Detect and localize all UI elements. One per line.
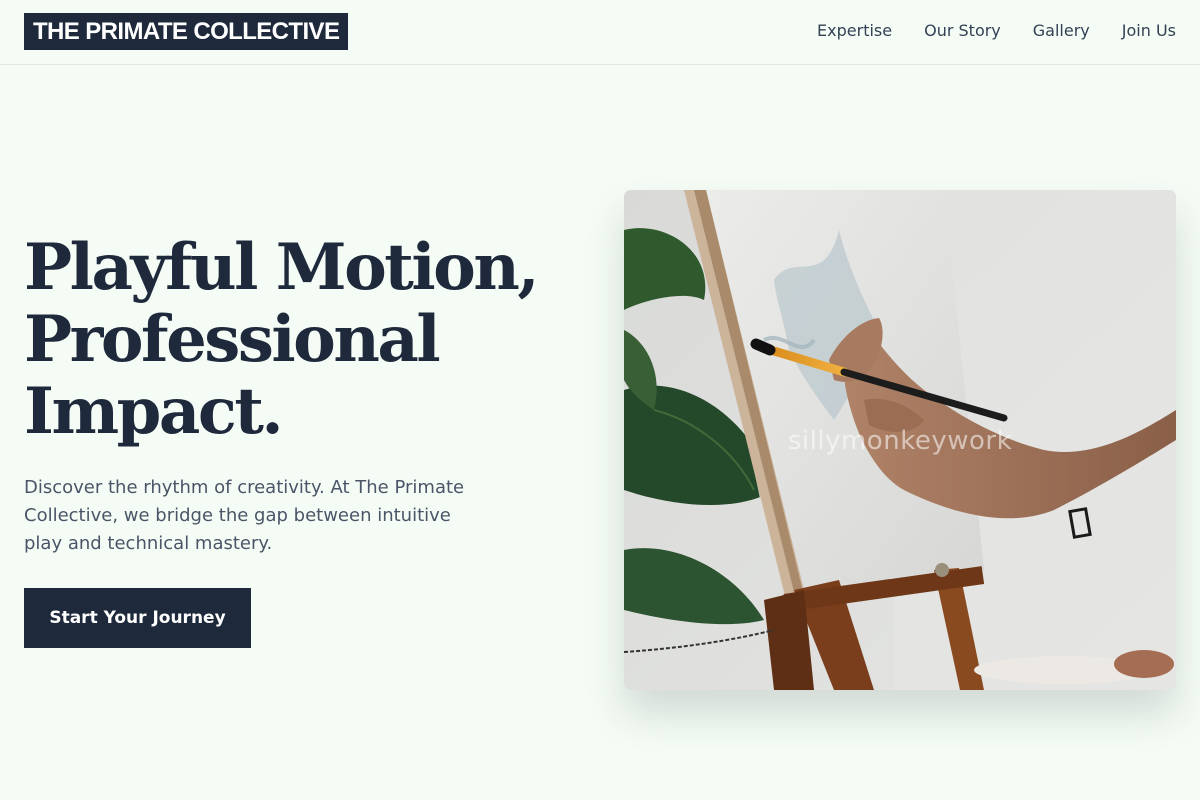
nav-link-gallery[interactable]: Gallery	[1033, 21, 1090, 40]
hero-title: Playful Motion, Professional Impact.	[24, 232, 584, 448]
nav-link-our-story[interactable]: Our Story	[924, 21, 1001, 40]
nav-link-expertise[interactable]: Expertise	[817, 21, 892, 40]
hero-title-line: Impact.	[24, 374, 284, 449]
hero-title-line: Professional	[24, 302, 441, 377]
image-watermark: sillymonkeywork	[787, 426, 1013, 456]
hero-description: Discover the rhythm of creativity. At Th…	[24, 477, 465, 554]
hero-title-line: Playful Motion,	[24, 230, 540, 305]
main-nav: Expertise Our Story Gallery Join Us	[817, 21, 1176, 40]
site-header: THE PRIMATE COLLECTIVE Expertise Our Sto…	[0, 0, 1200, 65]
hero-image: sillymonkeywork	[624, 190, 1176, 690]
start-journey-button[interactable]: Start Your Journey	[24, 588, 251, 648]
site-logo[interactable]: THE PRIMATE COLLECTIVE	[24, 13, 349, 50]
nav-link-join-us[interactable]: Join Us	[1122, 21, 1176, 40]
